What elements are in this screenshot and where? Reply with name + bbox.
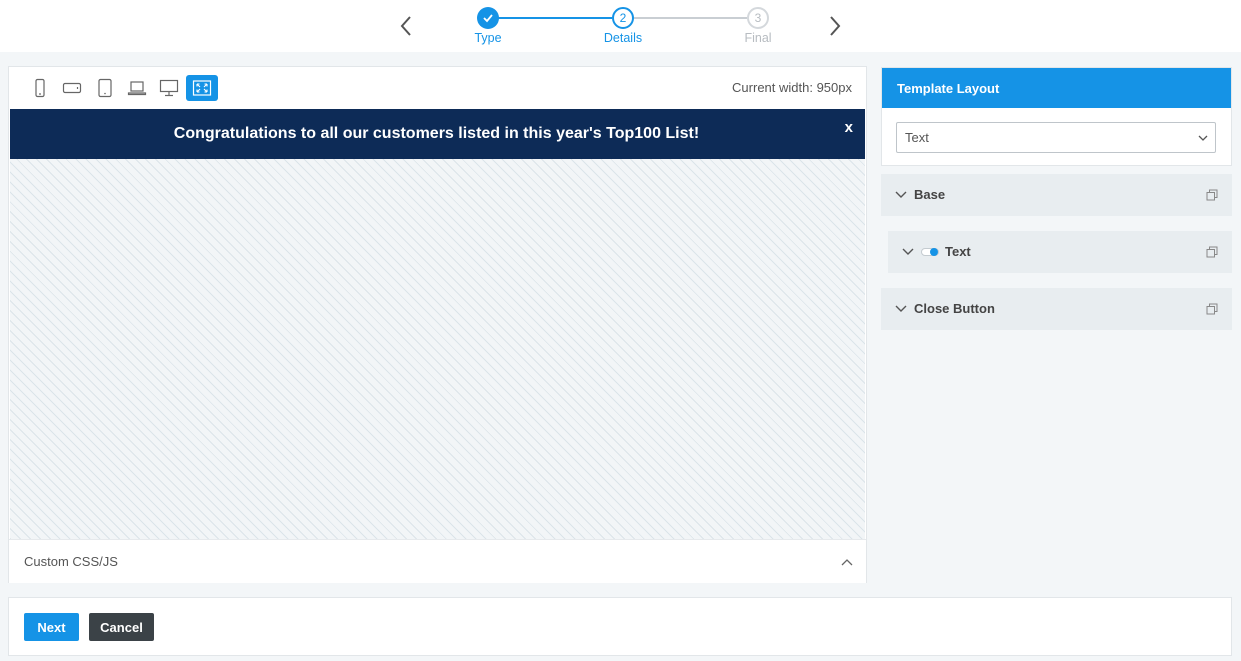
section-base[interactable]: Base <box>881 174 1232 216</box>
chevron-down-icon <box>895 305 907 312</box>
step-details[interactable]: 2 Details <box>583 7 663 45</box>
current-width-readout: Current width: 950px <box>732 80 852 95</box>
preview-panel: Current width: 950px Congratulations to … <box>8 66 867 583</box>
cancel-button[interactable]: Cancel <box>89 613 154 641</box>
banner-close-button[interactable]: x <box>845 119 853 136</box>
desktop-icon[interactable] <box>153 75 185 101</box>
copy-icon[interactable] <box>1206 246 1218 258</box>
mobile-landscape-icon[interactable] <box>56 75 88 101</box>
step-type[interactable]: Type <box>448 7 528 45</box>
chevron-down-icon <box>1198 135 1208 141</box>
toggle-switch[interactable] <box>921 247 939 257</box>
step-label: Details <box>603 31 643 45</box>
template-layout-panel: Template Layout Text <box>881 67 1232 166</box>
footer-bar: Next Cancel <box>8 597 1232 656</box>
chevron-down-icon <box>902 248 914 255</box>
custom-css-js-toggle[interactable]: Custom CSS/JS <box>9 539 866 583</box>
checkmark-icon <box>477 7 499 29</box>
wizard-header: Type 2 Details 3 Final <box>0 0 1241 52</box>
template-layout-select[interactable]: Text <box>896 122 1216 153</box>
next-button[interactable]: Next <box>24 613 79 641</box>
template-layout-value: Text <box>905 130 929 145</box>
step-number: 2 <box>612 7 634 29</box>
section-label: Text <box>945 244 971 259</box>
copy-icon[interactable] <box>1206 303 1218 315</box>
step-label: Final <box>744 31 772 45</box>
next-arrow-icon[interactable] <box>823 12 847 40</box>
custom-css-label: Custom CSS/JS <box>24 554 118 569</box>
chevron-down-icon <box>895 191 907 198</box>
banner-text: Congratulations to all our customers lis… <box>173 125 700 142</box>
notification-banner: Congratulations to all our customers lis… <box>10 109 865 159</box>
step-final[interactable]: 3 Final <box>718 7 798 45</box>
preview-canvas: Congratulations to all our customers lis… <box>10 109 865 539</box>
step-label: Type <box>474 31 502 45</box>
section-label: Base <box>914 187 946 202</box>
fullscreen-icon[interactable] <box>186 75 218 101</box>
laptop-icon[interactable] <box>121 75 153 101</box>
section-label: Close Button <box>914 301 995 316</box>
mobile-portrait-icon[interactable] <box>24 75 56 101</box>
previous-arrow-icon[interactable] <box>394 12 418 40</box>
template-layout-title: Template Layout <box>882 68 1231 108</box>
step-number: 3 <box>747 7 769 29</box>
chevron-up-icon <box>841 559 853 566</box>
section-text[interactable]: Text <box>888 231 1232 273</box>
section-close-button[interactable]: Close Button <box>881 288 1232 330</box>
copy-icon[interactable] <box>1206 189 1218 201</box>
tablet-icon[interactable] <box>89 75 121 101</box>
device-toolbar: Current width: 950px <box>9 67 866 109</box>
